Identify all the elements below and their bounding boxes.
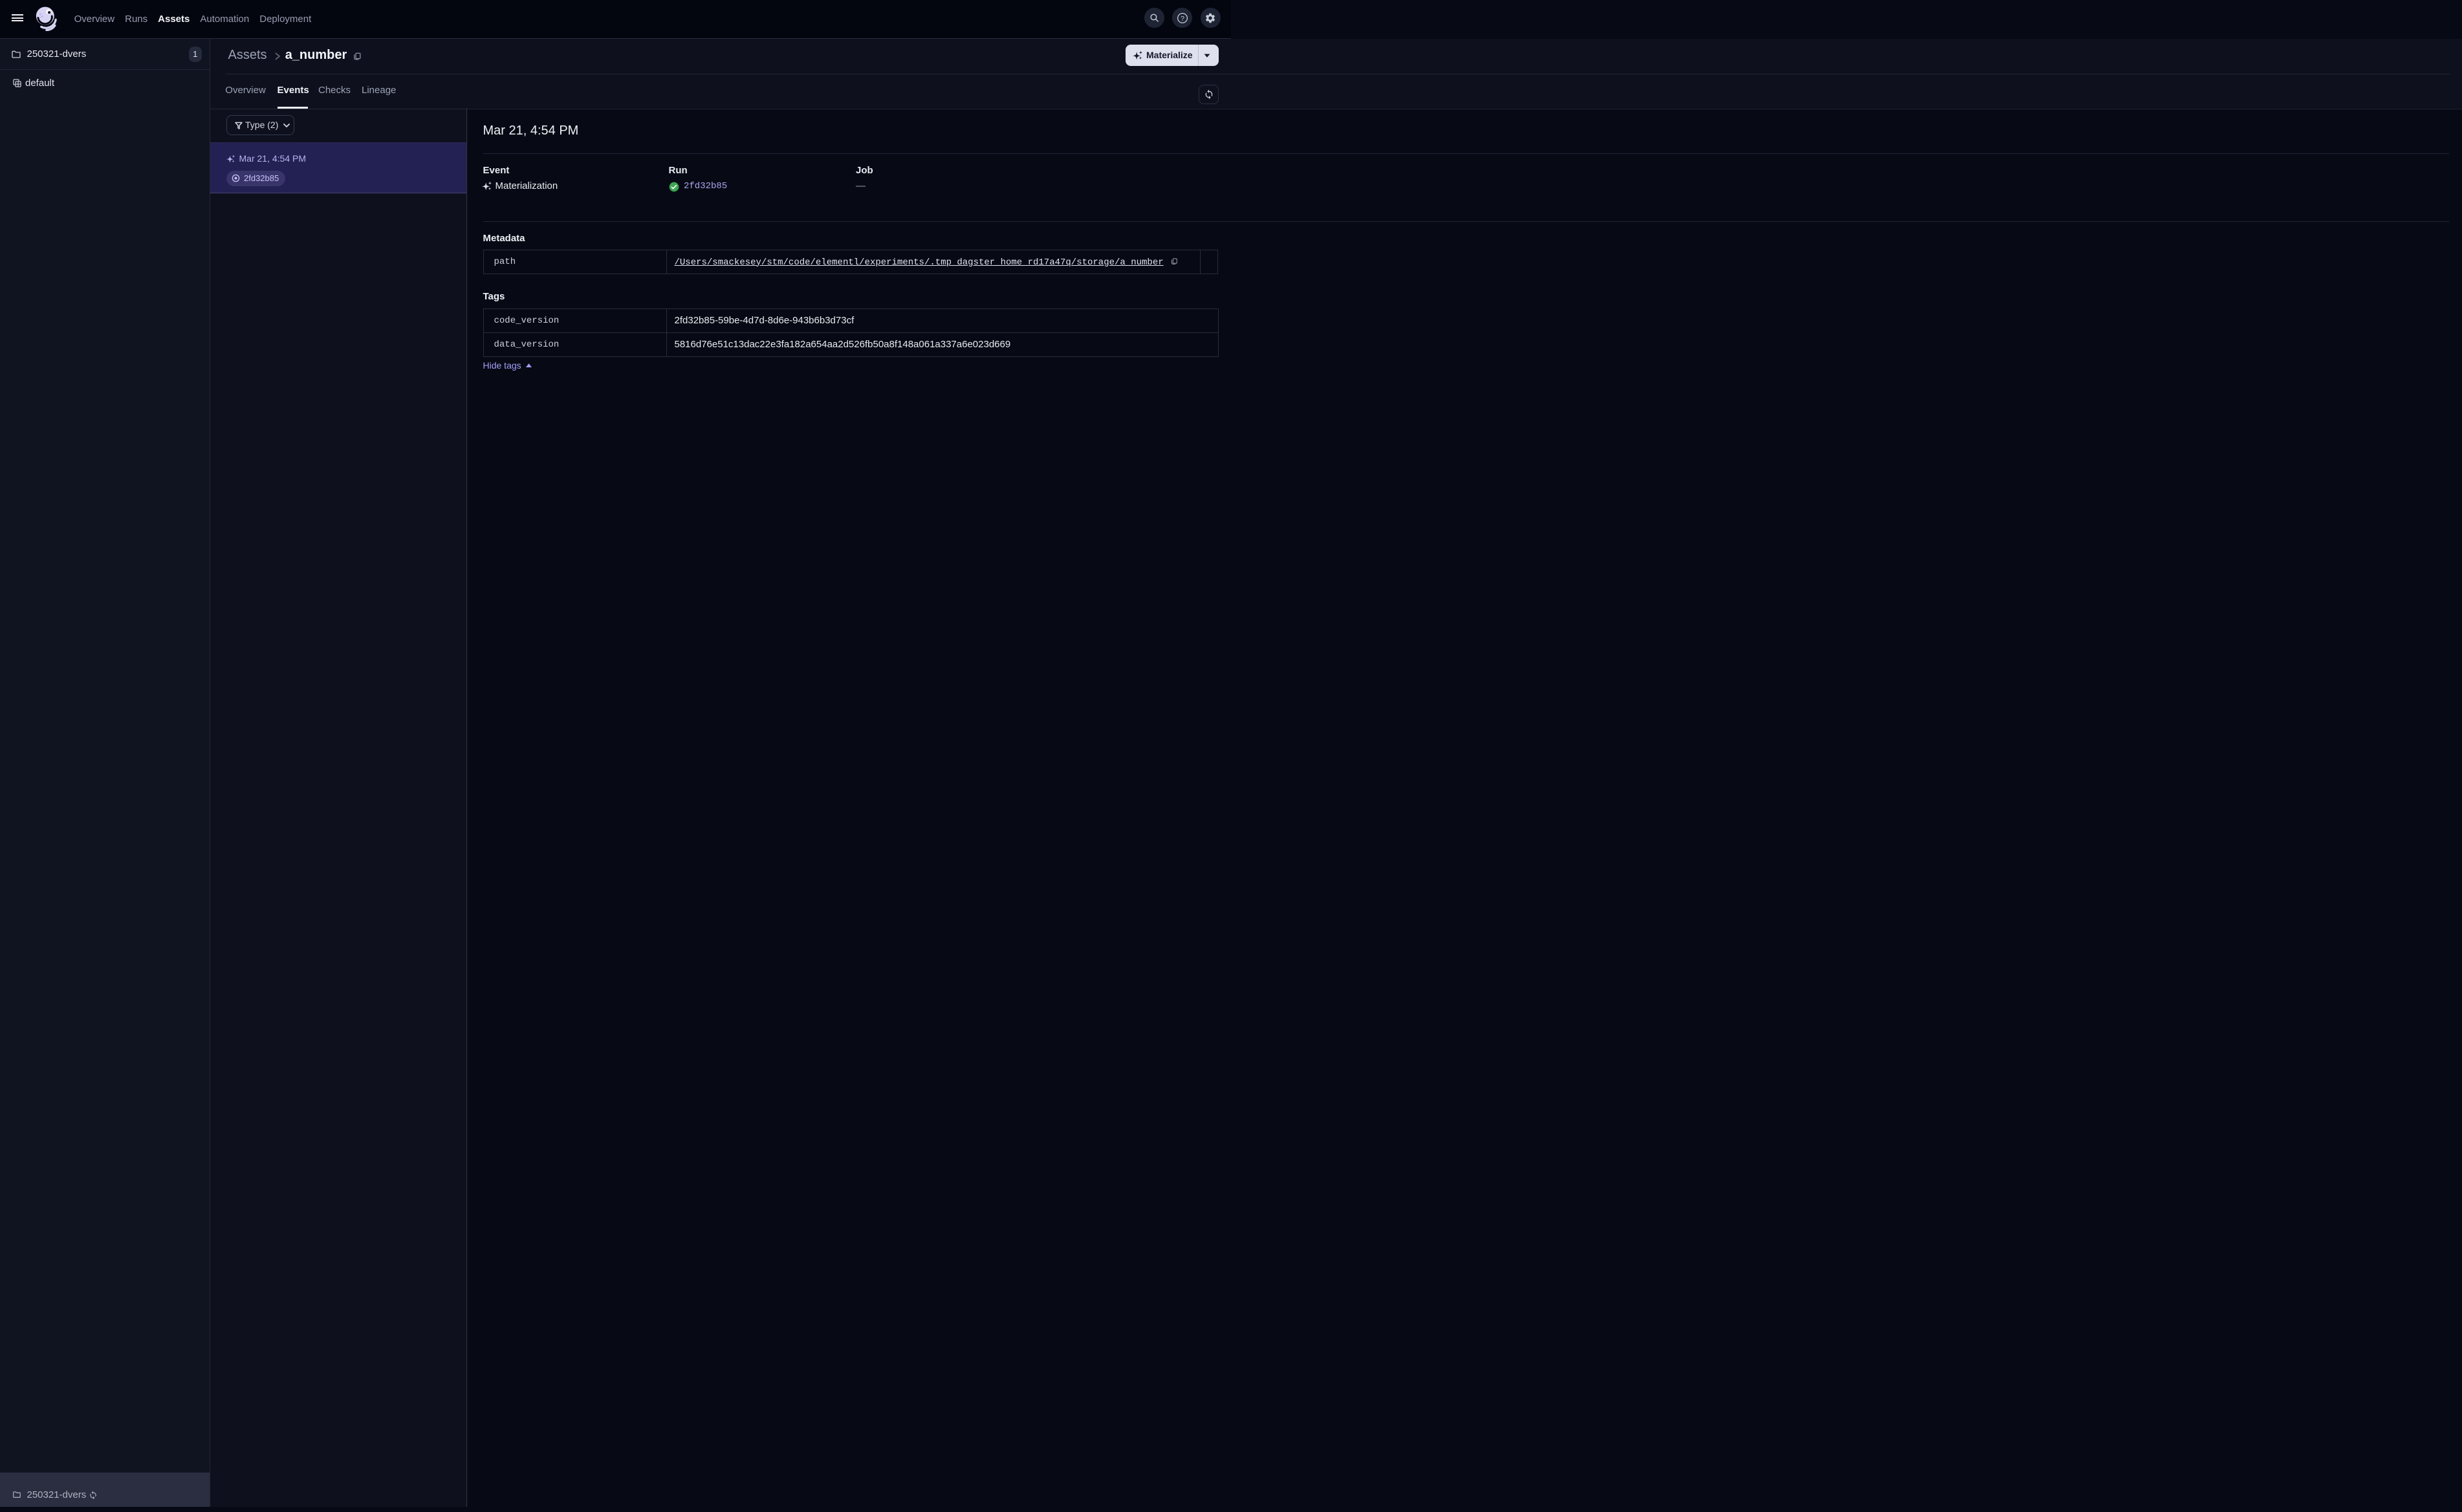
svg-text:?: ? (1181, 14, 1184, 22)
